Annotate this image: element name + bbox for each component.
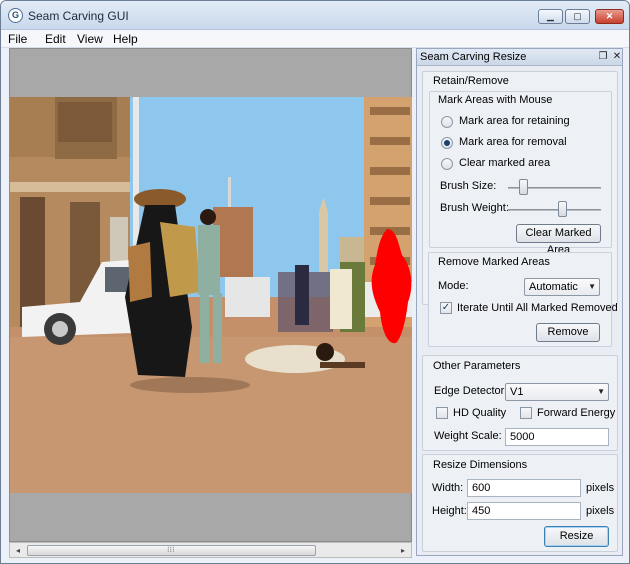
height-unit: pixels [586, 505, 615, 517]
brush-size-label: Brush Size: [440, 180, 497, 192]
weight-scale-input[interactable]: 5000 [505, 428, 609, 446]
mark-areas-title: Mark Areas with Mouse [438, 94, 553, 106]
brush-weight-label: Brush Weight: [440, 202, 509, 214]
image-canvas[interactable] [9, 48, 412, 542]
grip-icon: ⁝⁝⁝ [167, 545, 175, 554]
window-title: Seam Carving GUI [28, 9, 129, 23]
panel-title-bar[interactable]: Seam Carving Resize ❐ ✕ [417, 49, 622, 66]
radio-removal[interactable] [441, 137, 453, 149]
menu-edit[interactable]: Edit [45, 32, 66, 46]
mode-select[interactable]: Automatic ▼ [524, 278, 600, 296]
other-parameters-title: Other Parameters [433, 360, 521, 372]
radio-removal-label[interactable]: Mark area for removal [459, 136, 567, 148]
mark-areas-group: Mark Areas with Mouse Mark area for reta… [429, 91, 612, 256]
app-window: G Seam Carving GUI ▁ ▢ ✕ File Edit View … [0, 0, 630, 564]
close-button[interactable]: ✕ [595, 9, 624, 24]
edge-detector-value: V1 [510, 386, 524, 398]
brush-size-slider[interactable] [519, 179, 528, 195]
weight-scale-label: Weight Scale: [434, 430, 502, 442]
iterate-checkbox[interactable]: ✓ [440, 302, 452, 314]
clear-marked-area-button[interactable]: Clear Marked Area [516, 224, 601, 256]
panel-title: Seam Carving Resize [420, 51, 527, 63]
width-input[interactable]: 600 [467, 479, 581, 497]
photo[interactable] [10, 97, 412, 493]
remove-button[interactable]: Remove [536, 323, 600, 342]
close-icon[interactable]: ✕ [611, 51, 623, 63]
menu-view[interactable]: View [77, 32, 103, 46]
menu-help[interactable]: Help [113, 32, 138, 46]
menu-file[interactable]: File [8, 32, 27, 46]
brush-weight-slider[interactable] [558, 201, 567, 217]
scroll-left-icon[interactable]: ◂ [11, 544, 25, 557]
iterate-label[interactable]: Iterate Until All Marked Removed [457, 302, 618, 314]
resize-dimensions-group: Resize Dimensions Width: 600 pixels Heig… [422, 454, 618, 552]
scrollbar-thumb[interactable]: ⁝⁝⁝ [27, 545, 316, 556]
radio-retain-label[interactable]: Mark area for retaining [459, 115, 570, 127]
height-label: Height: [432, 505, 467, 517]
forward-energy-label[interactable]: Forward Energy [537, 407, 615, 419]
height-input[interactable]: 450 [467, 502, 581, 520]
minimize-button[interactable]: ▁ [538, 9, 563, 24]
chevron-down-icon: ▼ [588, 282, 596, 291]
maximize-icon: ▢ [573, 11, 582, 21]
title-bar[interactable]: G Seam Carving GUI ▁ ▢ ✕ [1, 1, 629, 30]
resize-button[interactable]: Resize [544, 526, 609, 547]
mode-value: Automatic [529, 281, 578, 293]
remove-marked-group: Remove Marked Areas Mode: Automatic ▼ ✓ … [428, 252, 618, 347]
retain-remove-title: Retain/Remove [433, 75, 509, 87]
width-label: Width: [432, 482, 464, 494]
edge-detector-select[interactable]: V1 ▼ [505, 383, 609, 401]
mode-label: Mode: [438, 280, 469, 292]
app-logo-icon: G [8, 8, 23, 23]
hd-quality-checkbox[interactable] [436, 407, 448, 419]
forward-energy-checkbox[interactable] [520, 407, 532, 419]
horizontal-scrollbar[interactable]: ◂ ⁝⁝⁝ ▸ [9, 542, 412, 558]
float-icon[interactable]: ❐ [597, 51, 609, 63]
resize-dimensions-title: Resize Dimensions [433, 459, 528, 471]
street-photo [10, 97, 412, 493]
maximize-button[interactable]: ▢ [565, 9, 590, 24]
edge-detector-label: Edge Detector: [434, 385, 508, 397]
radio-clear[interactable] [441, 158, 453, 170]
other-parameters-group: Other Parameters Edge Detector: V1 ▼ HD … [422, 355, 618, 451]
radio-clear-label[interactable]: Clear marked area [459, 157, 550, 169]
scroll-right-icon[interactable]: ▸ [396, 544, 410, 557]
width-unit: pixels [586, 482, 615, 494]
radio-retain[interactable] [441, 116, 453, 128]
brush-weight-track[interactable] [508, 209, 601, 211]
menu-bar: File Edit View Help [1, 30, 629, 48]
close-icon: ✕ [605, 11, 614, 21]
seam-carving-panel: Seam Carving Resize ❐ ✕ Retain/Remove Ma… [416, 48, 623, 556]
hd-quality-label[interactable]: HD Quality [453, 407, 506, 419]
remove-marked-title: Remove Marked Areas [438, 256, 550, 268]
chevron-down-icon: ▼ [597, 387, 605, 396]
minimize-icon: ▁ [547, 11, 554, 21]
